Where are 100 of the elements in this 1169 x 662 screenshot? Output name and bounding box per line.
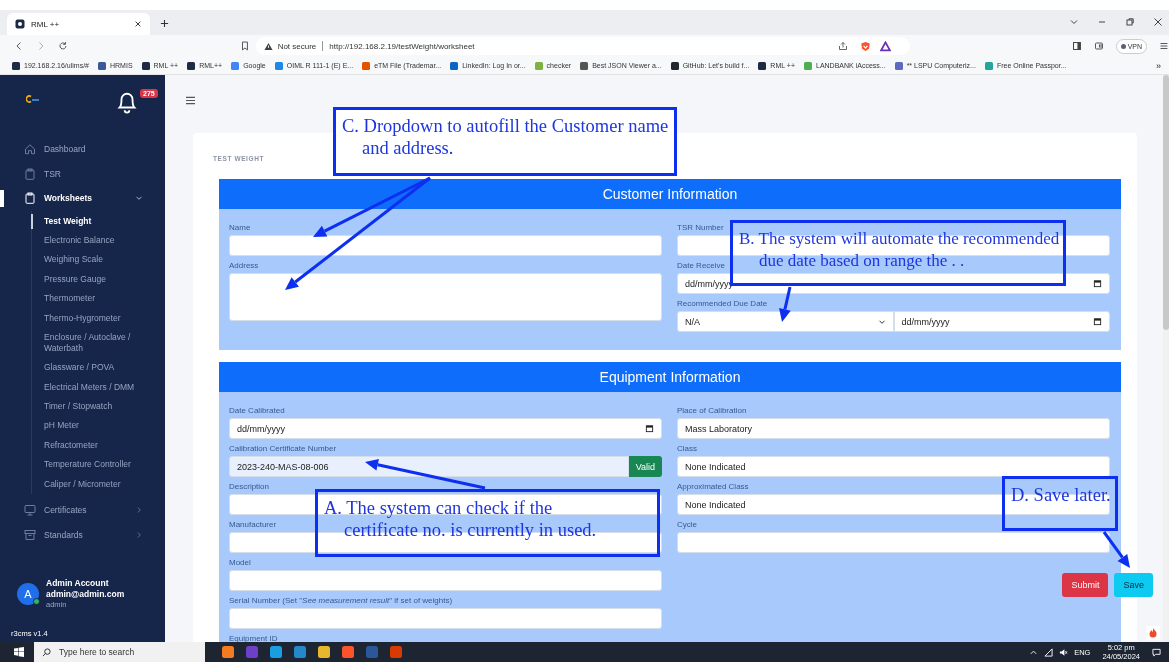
sidebar-subitem[interactable]: pH Meter	[32, 416, 162, 436]
field-label: Description	[229, 481, 269, 492]
field-label: Date Calibrated	[229, 405, 285, 416]
field-label: Address	[229, 260, 259, 271]
new-tab-icon[interactable]	[160, 19, 169, 28]
field-label: Model	[229, 557, 251, 568]
sidebar-subitem[interactable]: Caliper / Micrometer	[32, 474, 162, 494]
clipboard-icon	[24, 167, 36, 180]
callout-arrow	[779, 286, 792, 322]
restore-icon[interactable]	[1125, 17, 1135, 27]
search-icon	[42, 647, 51, 657]
callout-note: B. The system will automate the recommended due date based on range the . .	[730, 220, 1066, 286]
field-label: Class	[677, 443, 697, 454]
wallet-icon[interactable]	[1093, 41, 1104, 51]
speaker-icon[interactable]	[1059, 647, 1069, 657]
app-icon[interactable]	[222, 646, 234, 658]
sidebar-item[interactable]: Certificates	[0, 497, 165, 523]
sidebar-subitem[interactable]: Electrical Meters / DMM	[32, 377, 162, 397]
notification-icon[interactable]	[1152, 647, 1161, 657]
callout-note: C. Dropdown to autofill the Customer name and address.	[333, 107, 677, 176]
close-icon[interactable]	[1153, 17, 1163, 27]
callout-arrow	[1102, 531, 1130, 568]
sidebar-subitem[interactable]: Test Weight	[32, 211, 162, 231]
sidebar-subitem[interactable]: Thermometer	[32, 289, 162, 309]
taskbar-search-field[interactable]: Type here to search	[34, 642, 205, 662]
bell-icon[interactable]	[116, 90, 138, 114]
close-icon[interactable]	[134, 20, 142, 28]
calendar-icon	[1093, 279, 1102, 288]
windows-start-icon[interactable]	[14, 647, 24, 657]
menu-icon[interactable]	[185, 96, 196, 105]
calendar-icon	[1093, 317, 1102, 326]
address-bar[interactable]: Not secure http://192.168.2.19/testWeight/worksheet	[255, 37, 910, 55]
text-field[interactable]	[229, 570, 662, 591]
text-field[interactable]: None Indicated	[677, 456, 1110, 477]
field-label: Date Receive	[677, 260, 726, 271]
more-bookmarks-button[interactable]: »	[1156, 60, 1161, 71]
status-badge: Valid	[628, 456, 662, 477]
panel-header: Equipment Information	[219, 362, 1121, 392]
app-icon[interactable]	[294, 646, 306, 658]
date-field[interactable]: dd/mm/yyyy	[229, 418, 662, 439]
monitor-icon	[24, 504, 36, 516]
select-field[interactable]: N/A	[677, 311, 894, 332]
text-field[interactable]	[229, 608, 662, 629]
text-field[interactable]: 2023-240-MAS-08-006	[229, 456, 629, 477]
field-label: Calibration Certificate Number	[229, 443, 337, 454]
text-field[interactable]: Mass Laboratory	[677, 418, 1110, 439]
sidebar-item[interactable]: Worksheets	[0, 186, 165, 211]
sidebar-subitem[interactable]: Glassware / POVA	[32, 358, 162, 378]
field-label: Place of Calibration	[677, 405, 747, 416]
field-label: Manufacturer	[229, 519, 277, 530]
app-icon[interactable]	[270, 646, 282, 658]
app-icon[interactable]	[342, 646, 354, 658]
sidebar-item[interactable]: Dashboard	[0, 137, 165, 162]
browser-tab[interactable]: RML ++	[7, 13, 150, 35]
sidebar-subitem[interactable]: Weighing Scale	[32, 250, 162, 270]
sidebar-subitem[interactable]: Thermo-Hygrometer	[32, 308, 162, 328]
status-dot-icon	[1120, 43, 1126, 49]
field-label: Cycle	[677, 519, 697, 530]
shield-icon[interactable]	[859, 40, 871, 52]
field-label: Approximated Class	[677, 481, 749, 492]
save-button[interactable]: Save	[1114, 573, 1153, 597]
sidebar-item[interactable]: TSR	[0, 161, 165, 186]
chevron-down-icon[interactable]	[1069, 17, 1079, 27]
chevron-down-icon[interactable]	[135, 194, 143, 203]
triangle-icon[interactable]	[879, 40, 891, 52]
sidebar-subitem[interactable]: Refractometer	[32, 435, 162, 455]
app-icon[interactable]	[318, 646, 330, 658]
sidebar-item[interactable]: Standards	[0, 522, 165, 547]
app-logo-icon	[15, 19, 25, 29]
calendar-icon	[645, 424, 654, 433]
wifi-icon[interactable]	[1044, 647, 1054, 657]
text-field[interactable]	[229, 235, 662, 256]
sidebar-subitem[interactable]: Timer / Stopwatch	[32, 396, 162, 417]
sidebar-subitem[interactable]: Temperature Controller	[32, 455, 162, 475]
date-field[interactable]: dd/mm/yyyy	[893, 311, 1110, 332]
app-logo-icon	[26, 95, 40, 103]
text-field[interactable]	[677, 532, 1110, 553]
scrollbar[interactable]	[1163, 75, 1169, 330]
field-label: Equipment ID	[229, 633, 278, 642]
share-icon[interactable]	[837, 41, 848, 51]
home-icon	[24, 143, 36, 156]
sidebar-subitem[interactable]: Pressure Gauge	[32, 269, 162, 289]
flame-icon[interactable]	[1146, 626, 1160, 640]
app-icon[interactable]	[390, 646, 402, 658]
callout-note: D. Save later.	[1002, 476, 1118, 531]
menu-icon[interactable]	[1159, 41, 1169, 51]
sidebar-subitem[interactable]: Electronic Balance	[32, 230, 162, 251]
reload-icon[interactable]	[57, 41, 68, 51]
sidebar-toggle-icon[interactable]	[1071, 41, 1082, 51]
field-label: TSR Number	[677, 222, 724, 233]
bookmark-icon[interactable]	[239, 41, 250, 51]
user-email: admin@admin.com	[46, 589, 125, 600]
sidebar-subitem[interactable]: Enclosure / Autoclave / Waterbath	[32, 327, 162, 359]
archive-icon	[24, 528, 36, 541]
panel-header: Customer Information	[219, 179, 1121, 209]
user-name: Admin Account	[46, 578, 110, 589]
field-label: Serial Number (Set "See measurement result" if set of weights)	[229, 595, 453, 606]
submit-button[interactable]: Submit	[1062, 573, 1109, 597]
textarea-field[interactable]	[229, 273, 662, 321]
avatar: A	[17, 582, 39, 605]
